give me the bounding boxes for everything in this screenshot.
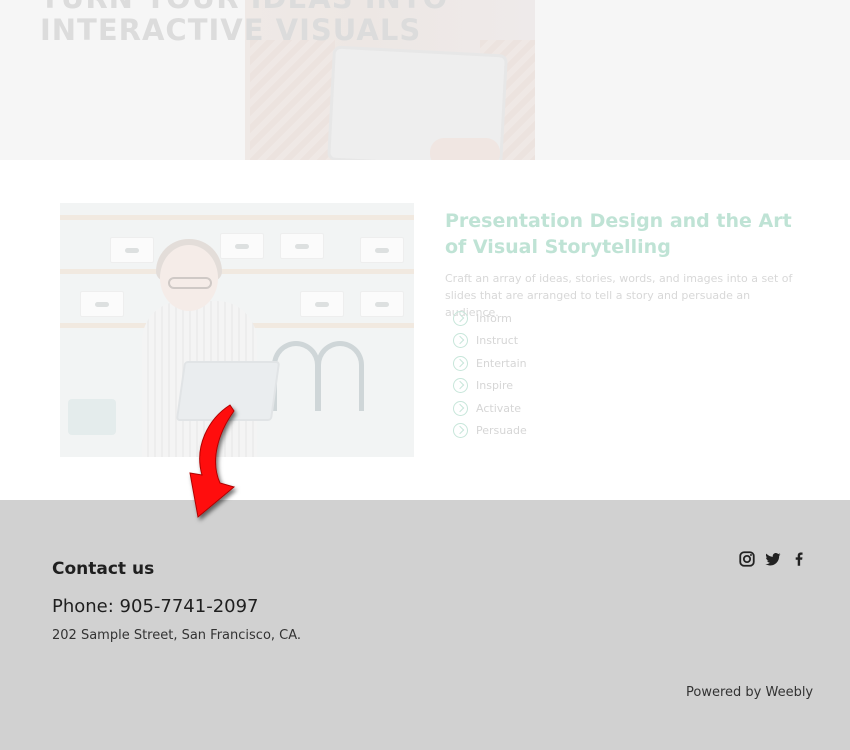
- powered-by-link[interactable]: Powered by Weebly: [686, 685, 813, 700]
- facebook-icon[interactable]: [790, 550, 808, 568]
- list-item: Instruct: [453, 330, 527, 353]
- instagram-icon[interactable]: [738, 550, 756, 568]
- faucet: [272, 341, 320, 411]
- storage-box: [360, 291, 404, 317]
- chevron-circle-icon: [453, 378, 468, 394]
- contact-heading: Contact us: [52, 559, 155, 579]
- shelf: [60, 269, 414, 274]
- contact-address: 202 Sample Street, San Francisco, CA.: [52, 628, 302, 643]
- shelf: [60, 215, 414, 220]
- list-item-label: Instruct: [476, 334, 519, 348]
- list-item: Activate: [453, 397, 527, 420]
- hero-image-detail: [430, 138, 500, 160]
- kitchen-jar: [68, 399, 116, 435]
- contact-phone[interactable]: Phone: 905-7741-2097: [52, 596, 259, 617]
- twitter-icon[interactable]: [764, 550, 782, 568]
- hero-title: TURN YOUR IDEAS INTO INTERACTIVE VISUALS: [40, 0, 460, 46]
- storage-box: [300, 291, 344, 317]
- storage-box: [110, 237, 154, 263]
- hero-banner: TURN YOUR IDEAS INTO INTERACTIVE VISUALS: [0, 0, 850, 160]
- chevron-circle-icon: [453, 355, 468, 371]
- list-item: Inspire: [453, 375, 527, 398]
- feature-list: Inform Instruct Entertain Inspire Activa…: [453, 307, 527, 442]
- chevron-circle-icon: [453, 423, 468, 439]
- list-item-label: Inspire: [476, 379, 514, 393]
- curved-arrow-down-icon: [189, 404, 236, 518]
- storage-box: [80, 291, 124, 317]
- glasses: [168, 277, 212, 289]
- list-item: Inform: [453, 307, 527, 330]
- chevron-circle-icon: [453, 400, 468, 416]
- list-item: Entertain: [453, 352, 527, 375]
- social-links: [738, 550, 808, 568]
- chevron-circle-icon: [453, 310, 468, 326]
- hero-image-detail: [250, 40, 335, 160]
- list-item-label: Activate: [476, 401, 522, 415]
- list-item-label: Persuade: [476, 424, 527, 438]
- faucet: [316, 341, 364, 411]
- list-item-label: Inform: [476, 311, 512, 325]
- chevron-circle-icon: [453, 333, 468, 349]
- hero-title-line: INTERACTIVE VISUALS: [40, 13, 422, 47]
- footer: Contact us Phone: 905-7741-2097 202 Samp…: [0, 500, 850, 750]
- list-item: Persuade: [453, 420, 527, 443]
- storage-box: [220, 233, 264, 259]
- list-item-label: Entertain: [476, 356, 527, 370]
- storage-box: [280, 233, 324, 259]
- storage-box: [360, 237, 404, 263]
- feature-title: Presentation Design and the Art of Visua…: [445, 210, 792, 258]
